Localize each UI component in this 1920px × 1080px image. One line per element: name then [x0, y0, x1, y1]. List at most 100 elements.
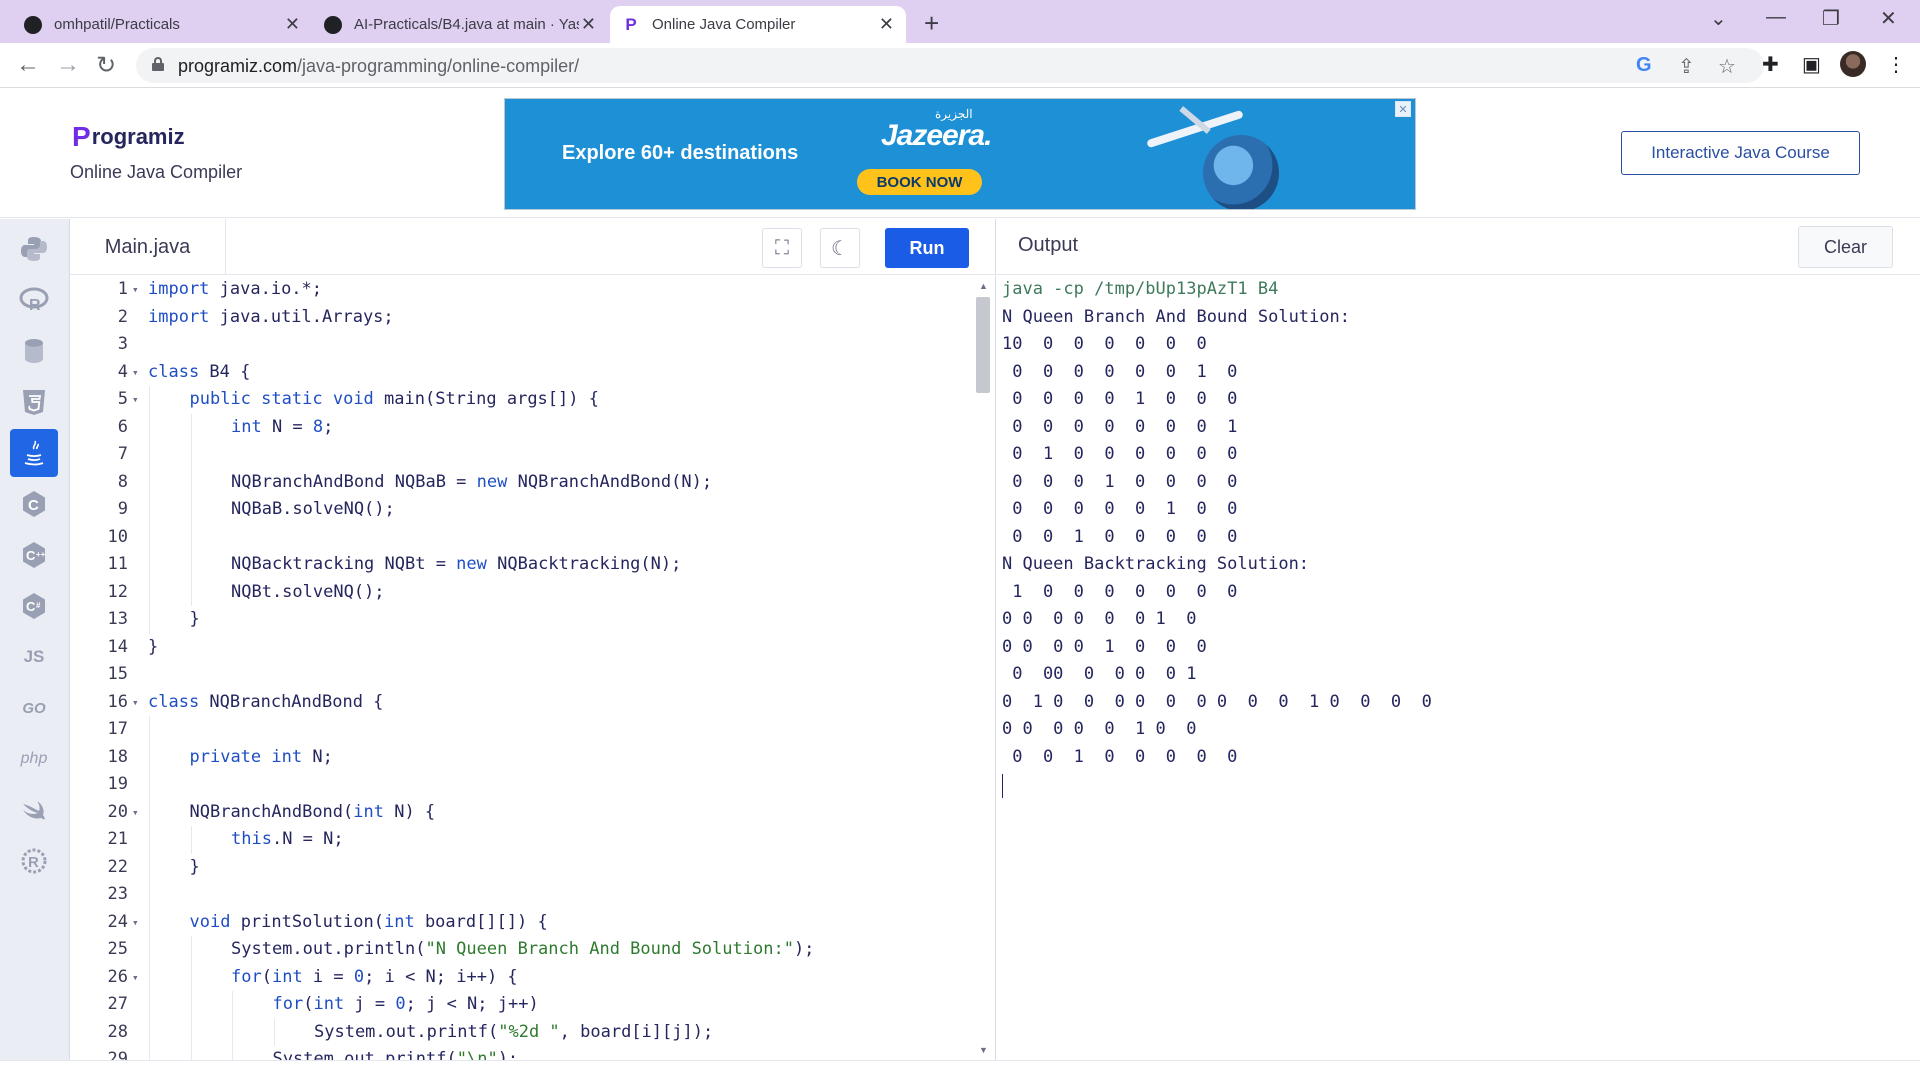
rust-icon[interactable]: R: [10, 837, 58, 885]
run-button[interactable]: Run: [885, 228, 969, 268]
code-line[interactable]: 15: [70, 661, 995, 689]
ad-book-now-button[interactable]: BOOK NOW: [857, 169, 982, 195]
c-icon[interactable]: C: [10, 480, 58, 528]
extensions-puzzle-icon[interactable]: ✚: [1762, 52, 1779, 77]
clear-button[interactable]: Clear: [1798, 226, 1893, 268]
r-icon[interactable]: R: [10, 276, 58, 324]
code-line[interactable]: 5 ▾ public static void main(String args[])…: [70, 386, 995, 414]
scrollbar-thumb[interactable]: [976, 297, 990, 393]
more-menu-icon[interactable]: ⋮: [1886, 52, 1906, 77]
code-line[interactable]: 14}: [70, 634, 995, 662]
interactive-java-course-button[interactable]: Interactive Java Course: [1621, 131, 1860, 175]
new-tab-button[interactable]: +: [924, 8, 939, 39]
code-line[interactable]: 2 import java.util.Arrays;: [70, 304, 995, 332]
code-line[interactable]: 11 NQBacktracking NQBt = new NQBacktracki…: [70, 551, 995, 579]
line-number: 13: [107, 609, 128, 629]
reload-icon[interactable]: ↻: [96, 51, 116, 80]
code-line[interactable]: 27 for(int j = 0; j < N; j++): [70, 991, 995, 1019]
code-text: this.N = N;: [231, 829, 344, 849]
indent-guide: [149, 936, 150, 964]
cpp-icon[interactable]: C ++: [10, 531, 58, 579]
code-line[interactable]: 19: [70, 771, 995, 799]
restore-button[interactable]: ❐: [1822, 6, 1840, 31]
scroll-up-arrow-icon[interactable]: ▲: [979, 281, 988, 291]
close-tab-icon[interactable]: ✕: [879, 14, 894, 35]
minimize-button[interactable]: —: [1766, 6, 1786, 29]
code-editor[interactable]: 1 ▾ import java.io.*; 2 import java.util.Arr…: [70, 276, 995, 1060]
code-line[interactable]: 6 int N = 8;: [70, 413, 995, 441]
js-icon[interactable]: JS: [10, 633, 58, 681]
code-line[interactable]: 10: [70, 523, 995, 551]
fold-toggle-icon[interactable]: ▾: [132, 276, 139, 304]
ad-info-icon[interactable]: ✕: [1395, 101, 1411, 117]
csharp-icon[interactable]: C #: [10, 582, 58, 630]
url-text[interactable]: programiz.com/java-programming/online-co…: [178, 56, 579, 77]
code-line[interactable]: 3: [70, 331, 995, 359]
code-line[interactable]: 22}: [70, 853, 995, 881]
fold-toggle-icon[interactable]: ▾: [132, 799, 139, 827]
advertisement-banner[interactable]: Explore 60+ destinations الجزيرة Jazeera…: [504, 98, 1416, 210]
code-line[interactable]: 4 ▾ class B4 {: [70, 359, 995, 387]
fold-toggle-icon[interactable]: ▾: [132, 964, 139, 992]
tab-search-button[interactable]: ⌄: [1710, 6, 1727, 31]
code-line[interactable]: 12 NQBt.solveNQ();: [70, 578, 995, 606]
bookmark-star-icon[interactable]: ☆: [1718, 54, 1736, 79]
code-line[interactable]: 7: [70, 441, 995, 469]
line-number: 6: [117, 416, 128, 437]
sql-icon[interactable]: [10, 327, 58, 375]
file-tab-main-java[interactable]: Main.java: [70, 219, 226, 275]
fullscreen-icon[interactable]: ⛶: [762, 228, 802, 268]
line-number: 24: [107, 911, 128, 932]
line-number: 4: [117, 361, 128, 382]
side-panel-icon[interactable]: ▣: [1802, 52, 1821, 77]
editor-scrollbar[interactable]: ▲ ▼: [976, 281, 990, 1057]
browser-tab-practicals[interactable]: omhpatil/Practicals ✕: [12, 6, 312, 43]
share-icon[interactable]: ⇪: [1678, 54, 1695, 79]
close-tab-icon[interactable]: ✕: [581, 14, 596, 35]
code-line[interactable]: 25 System.out.println("N Queen Branch And…: [70, 936, 995, 964]
output-console[interactable]: java -cp /tmp/bUp13pAzT1 B4 N Queen Bran…: [995, 276, 1920, 1060]
code-line[interactable]: 28 System.out.printf("%2d ", board[i][j])…: [70, 1018, 995, 1046]
lock-icon[interactable]: [152, 57, 164, 71]
code-line[interactable]: 1 ▾ import java.io.*;: [70, 276, 995, 304]
scroll-down-arrow-icon[interactable]: ▼: [979, 1045, 988, 1055]
browser-tab-b4-java[interactable]: AI-Practicals/B4.java at main · Yas ✕: [312, 6, 608, 43]
code-line[interactable]: 9 NQBaB.solveNQ();: [70, 496, 995, 524]
code-line[interactable]: 16 ▾ class NQBranchAndBond {: [70, 689, 995, 717]
back-arrow-icon[interactable]: ←: [16, 51, 40, 79]
output-line: 0 1 0 0 0 0 0 0: [1002, 444, 1238, 464]
indent-guide: [149, 716, 150, 744]
code-line[interactable]: 26 ▾ for(int i = 0; i < N; i++) {: [70, 963, 995, 992]
java-icon[interactable]: [10, 429, 58, 477]
fold-toggle-icon[interactable]: ▾: [132, 909, 139, 937]
code-line[interactable]: 17: [70, 716, 995, 744]
code-line[interactable]: 21 this.N = N;: [70, 826, 995, 854]
php-icon[interactable]: php: [10, 735, 58, 783]
code-line[interactable]: 23: [70, 881, 995, 909]
code-line[interactable]: 13}: [70, 606, 995, 634]
code-line[interactable]: 24 ▾ void printSolution(int board[][]) {: [70, 908, 995, 937]
html5-icon[interactable]: [10, 378, 58, 426]
forward-arrow-icon[interactable]: →: [56, 51, 80, 79]
close-tab-icon[interactable]: ✕: [285, 14, 300, 35]
close-window-button[interactable]: ✕: [1880, 6, 1897, 31]
indent-guide: [149, 496, 150, 524]
omnibox[interactable]: programiz.com/java-programming/online-co…: [136, 48, 1764, 83]
browser-tab-online-java-compiler[interactable]: P Online Java Compiler ✕: [610, 6, 906, 43]
python-icon[interactable]: [10, 225, 58, 273]
go-icon[interactable]: GO: [10, 684, 58, 732]
code-line[interactable]: 20 ▾ NQBranchAndBond(int N) {: [70, 798, 995, 827]
swift-icon[interactable]: [10, 786, 58, 834]
indent-guide: [273, 1018, 275, 1046]
fold-toggle-icon[interactable]: ▾: [132, 689, 139, 717]
code-line[interactable]: 29 System.out.printf("\n");: [70, 1046, 995, 1060]
programiz-logo[interactable]: Programiz: [72, 121, 185, 153]
fold-toggle-icon[interactable]: ▾: [132, 359, 139, 387]
google-lens-icon[interactable]: G: [1636, 54, 1652, 77]
fold-toggle-icon[interactable]: ▾: [132, 386, 139, 414]
dark-mode-moon-icon[interactable]: ☾: [820, 228, 860, 268]
profile-avatar[interactable]: [1840, 51, 1866, 77]
code-line[interactable]: 8 NQBranchAndBond NQBaB = new NQBranchAnd…: [70, 468, 995, 496]
indent-guide: [190, 551, 192, 579]
code-line[interactable]: 18 private int N;: [70, 743, 995, 771]
